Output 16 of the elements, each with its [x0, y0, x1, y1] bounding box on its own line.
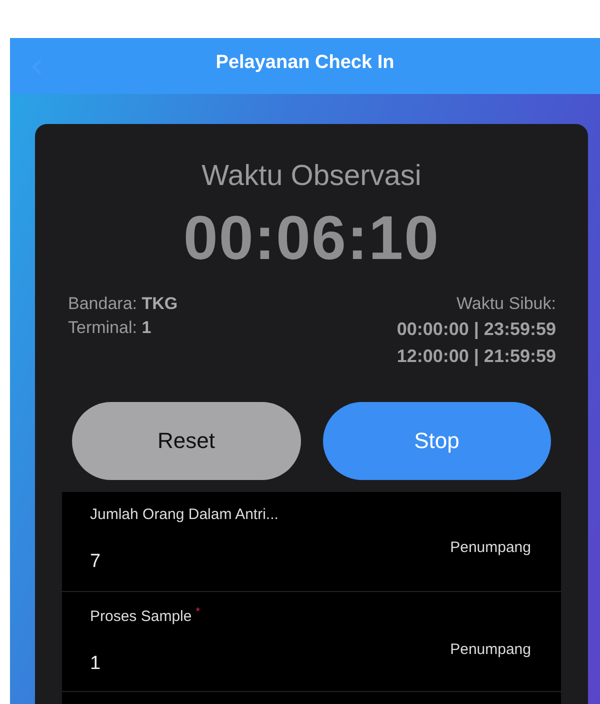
airport-info: Bandara: TKG — [68, 293, 178, 315]
number-input[interactable]: 1 — [90, 653, 101, 675]
busy-time-label: Waktu Sibuk: — [455, 293, 556, 315]
number-input[interactable]: 7 — [90, 551, 101, 573]
busy-time-range: 12:00:00 | 21:59:59 — [396, 345, 556, 368]
observation-title: Waktu Observasi — [200, 160, 422, 193]
terminal-info: Terminal: 1 — [68, 317, 152, 339]
busy-time-range: 00:00:00 | 23:59:59 — [396, 318, 556, 341]
field-label: Proses Sample — [90, 608, 192, 625]
unit-label: Penumpang — [450, 641, 531, 658]
field-label: Jumlah Orang Dalam Antri... — [90, 506, 278, 523]
screen-title: Pelayanan Check In — [216, 52, 394, 74]
elapsed-timer: 00:06:10 — [182, 203, 441, 274]
unit-label: Penumpang — [450, 539, 531, 556]
required-mark: * — [196, 606, 200, 618]
reset-button[interactable]: Reset — [72, 402, 300, 480]
